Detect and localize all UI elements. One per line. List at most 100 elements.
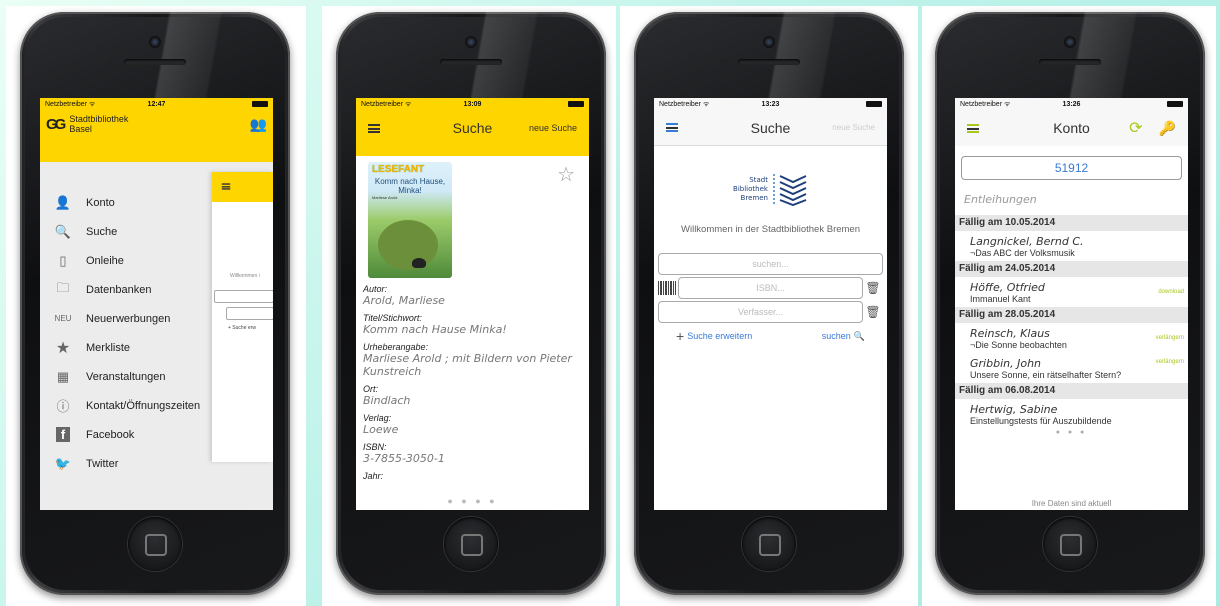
users-icon[interactable]: 👥 <box>250 116 267 133</box>
menu-item-kontakt[interactable]: ⓘ Kontakt/Öffnungszeiten <box>40 391 212 420</box>
home-button[interactable] <box>1043 517 1097 571</box>
new-search-button[interactable]: neue Suche <box>832 123 875 132</box>
menu-item-twitter[interactable]: 🐦 Twitter <box>40 449 212 478</box>
clock: 13:23 <box>761 100 780 108</box>
loan-item[interactable]: Höffe, Otfried Immanuel Kant download <box>955 277 1188 307</box>
menu-item-veranstaltungen[interactable]: ▦ Veranstaltungen <box>40 362 212 391</box>
menu-item-datenbanken[interactable]: 🗀 Datenbanken <box>40 275 212 304</box>
menu-item-onleihe[interactable]: ▯ Onleihe <box>40 246 212 275</box>
menu-item-neuerwerbungen[interactable]: NEU Neuerwerbungen <box>40 304 212 333</box>
field-label: Ort: <box>363 384 378 394</box>
barcode-icon[interactable] <box>658 281 676 295</box>
extend-search-link[interactable]: Suche erweitern <box>687 331 752 341</box>
clock: 13:26 <box>1062 100 1081 108</box>
cover-title: Komm nach Hause, Minka! <box>374 177 446 195</box>
field-label: Titel/Stichwort: <box>363 313 422 323</box>
due-date-header: Fällig am 10.05.2014 <box>955 215 1188 231</box>
due-date-header: Fällig am 06.08.2014 <box>955 383 1188 399</box>
menu-icon[interactable] <box>666 123 678 132</box>
home-button[interactable] <box>444 517 498 571</box>
menu-icon <box>221 183 231 190</box>
menu-label: Twitter <box>86 457 119 470</box>
menu-icon[interactable] <box>967 123 979 133</box>
menu-item-facebook[interactable]: f Facebook <box>40 420 212 449</box>
loan-author: Langnickel, Bernd C. <box>970 235 1084 248</box>
proximity-sensor <box>1021 58 1027 64</box>
nav-bar: Suche neue Suche <box>654 110 887 146</box>
status-bar: Netzbetreiber ᯤ 13:26 <box>955 98 1188 110</box>
star-outline-icon[interactable]: ☆ <box>557 162 575 187</box>
loan-item[interactable]: Langnickel, Bernd C. ¬Das ABC der Volksm… <box>955 231 1188 261</box>
battery-icon <box>568 101 584 107</box>
field-label: Urheberangabe: <box>363 342 429 352</box>
main-view-preview: Willkommen i + Suche erw <box>212 172 273 462</box>
page-indicator[interactable]: ● ● ● <box>955 429 1188 436</box>
new-search-button[interactable]: neue Suche <box>529 123 577 133</box>
field-value: Komm nach Hause Minka! <box>363 323 507 336</box>
page-indicator[interactable]: ● ● ● ● <box>356 496 589 506</box>
renew-link[interactable]: verlängern <box>1156 359 1184 365</box>
iphone-frame: Netzbetreiber ᯤ 13:09 Suche neue Suche ☆… <box>336 12 606 595</box>
nav-bar: Konto ⟳ 🔑 <box>955 110 1188 146</box>
menu-label: Kontakt/Öffnungszeiten <box>86 399 201 412</box>
front-camera <box>465 36 477 48</box>
search-icon[interactable]: 🔍 <box>854 331 865 342</box>
page-title: Konto <box>1053 120 1090 136</box>
proximity-sensor <box>422 58 428 64</box>
field-value: Marliese Arold ; mit Bildern von Pieter … <box>363 352 572 378</box>
trash-icon[interactable]: 🗑 <box>863 281 883 295</box>
logo-line-1: Stadt <box>749 175 768 184</box>
preview-input <box>226 307 273 320</box>
trash-icon[interactable]: 🗑 <box>863 305 883 319</box>
logo-divider <box>772 174 775 204</box>
status-bar: Netzbetreiber ᯤ 13:23 <box>654 98 887 110</box>
menu-item-merkliste[interactable]: ★ Merkliste <box>40 333 212 362</box>
search-button[interactable]: suchen <box>822 331 851 341</box>
menu-icon[interactable] <box>368 123 380 133</box>
menu-label: Datenbanken <box>86 283 152 296</box>
screen-menu: Netzbetreiber ᯤ 12:47 GG Stadtbibliothek… <box>40 98 273 510</box>
loans-heading: Entleihungen <box>964 193 1037 206</box>
menu-label: Facebook <box>86 428 135 441</box>
battery-icon <box>866 101 882 107</box>
menu-item-suche[interactable]: 🔍 Suche <box>40 217 212 246</box>
logo-line-2: Basel <box>69 124 92 134</box>
iphone-frame: Netzbetreiber ᯤ 12:47 GG Stadtbibliothek… <box>20 12 290 595</box>
loan-item[interactable]: Reinsch, Klaus ¬Die Sonne beobachten ver… <box>955 323 1188 353</box>
menu-list: 👤 Konto 🔍 Suche ▯ Onleihe 🗀 Datenbanken NEU N… <box>40 188 212 478</box>
loan-item[interactable]: Gribbin, John Unsere Sonne, ein rätselha… <box>955 353 1188 383</box>
star-icon: ★ <box>55 339 71 357</box>
welcome-text: Willkommen in der Stadtbibliothek Bremen <box>681 224 860 235</box>
new-icon: NEU <box>54 314 72 323</box>
loan-title: Unsere Sonne, ein rätselhafter Stern? <box>970 370 1122 380</box>
loan-item[interactable]: Hertwig, Sabine Einstellungstests für Au… <box>955 399 1188 429</box>
home-button[interactable] <box>128 517 182 571</box>
renew-link[interactable]: verlängern <box>1156 335 1184 341</box>
info-icon: ⓘ <box>56 399 70 414</box>
key-icon[interactable]: 🔑 <box>1159 120 1176 137</box>
proximity-sensor <box>106 58 112 64</box>
loan-author: Reinsch, Klaus <box>970 327 1050 340</box>
home-button[interactable] <box>742 517 796 571</box>
account-number-field[interactable]: 51912 <box>961 156 1182 180</box>
loan-author: Gribbin, John <box>970 357 1042 370</box>
menu-label: Suche <box>86 225 118 238</box>
author-input[interactable]: Verfasser... <box>658 301 863 323</box>
refresh-icon[interactable]: ⟳ <box>1129 118 1142 138</box>
loan-author: Hertwig, Sabine <box>970 403 1058 416</box>
screen-search: Netzbetreiber ᯤ 13:23 Suche neue Suche S… <box>654 98 887 510</box>
logo-line-2: Bibliothek <box>733 184 768 193</box>
iphone-frame: Netzbetreiber ᯤ 13:23 Suche neue Suche S… <box>634 12 904 595</box>
clock: 12:47 <box>147 100 166 108</box>
header-bar: Netzbetreiber ᯤ 12:47 GG Stadtbibliothek… <box>40 98 273 162</box>
earpiece-speaker <box>440 59 502 65</box>
download-link[interactable]: download <box>1158 289 1184 295</box>
bremen-logo: Stadt Bibliothek Bremen <box>654 172 887 206</box>
field-value: Arold, Marliese <box>363 294 445 307</box>
isbn-input[interactable]: ISBN... <box>678 277 863 299</box>
menu-item-konto[interactable]: 👤 Konto <box>40 188 212 217</box>
earpiece-speaker <box>124 59 186 65</box>
search-input[interactable]: suchen... <box>658 253 883 275</box>
front-camera <box>763 36 775 48</box>
preview-input <box>214 290 273 303</box>
